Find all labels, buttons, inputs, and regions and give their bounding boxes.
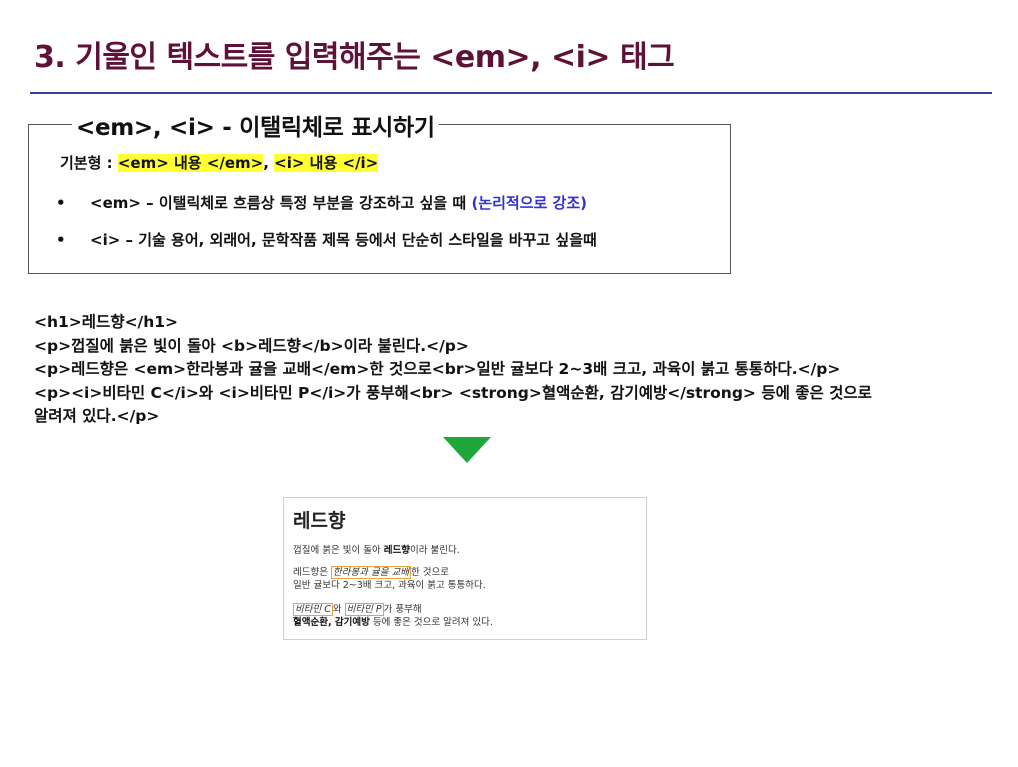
preview-strong: 혈액순환, 감기예방 [293, 617, 370, 628]
bullet-em-text: <em> – 이탤릭체로 흐름상 특정 부분을 강조하고 싶을 때 [90, 194, 472, 212]
preview-text: 가 풍부해 [383, 604, 422, 615]
preview-text: 레드향은 [293, 567, 331, 578]
bullet-marker: • [56, 194, 66, 212]
preview-heading: 레드향 [293, 510, 346, 532]
preview-paragraph-1: 껍질에 붉은 빛이 돌아 레드향이라 불린다. [293, 544, 460, 557]
basic-form-label: 기본형 : [60, 154, 118, 172]
basic-form-em: <em> 내용 </em> [117, 154, 264, 172]
bullet-i-text: <i> – 기술 용어, 외래어, 문학작품 제목 등에서 단순히 스타일을 바… [90, 231, 597, 249]
preview-text: 등에 좋은 것으로 알려져 있다. [369, 617, 493, 628]
code-line: <p>레드향은 <em>한라봉과 귤을 교배</em>한 것으로<br>일반 귤… [34, 360, 841, 378]
code-example: <h1>레드향</h1> <p>껍질에 붉은 빛이 돌아 <b>레드향</b>이… [34, 311, 872, 429]
preview-text: 일반 귤보다 2~3배 크고, 과육이 붉고 통통하다. [293, 580, 486, 591]
bullet-em: • <em> – 이탤릭체로 흐름상 특정 부분을 강조하고 싶을 때 (논리적으… [56, 192, 587, 213]
preview-paragraph-2: 레드향은 한라봉과 귤을 교배 한 것으로 일반 귤보다 2~3배 크고, 과육이… [293, 566, 486, 592]
code-line: <h1>레드향</h1> [34, 313, 179, 331]
preview-paragraph-3: 비타민 C와 비타민 P가 풍부해 혈액순환, 감기예방 등에 좋은 것으로 알… [293, 603, 493, 629]
preview-text: 한 것으로 [410, 567, 449, 578]
slide-title: 3. 기울인 텍스트를 입력해주는 <em>, <i> 태그 [34, 40, 675, 75]
title-underline [30, 92, 992, 94]
bullet-i: • <i> – 기술 용어, 외래어, 문학작품 제목 등에서 단순히 스타일을 … [56, 229, 597, 250]
preview-text: 껍질에 붉은 빛이 돌아 [293, 545, 384, 556]
code-line: <p>껍질에 붉은 빛이 돌아 <b>레드향</b>이라 불린다.</p> [34, 336, 469, 355]
basic-form: 기본형 : <em> 내용 </em>, <i> 내용 </i> [60, 152, 379, 173]
basic-form-separator: , [263, 154, 275, 172]
preview-italic: 비타민 P [344, 603, 384, 616]
preview-text: 와 [332, 604, 345, 615]
code-line: <p><i>비타민 C</i>와 <i>비타민 P</i>가 풍부해<br> <… [34, 383, 872, 402]
code-line: 알려져 있다.</p> [34, 407, 160, 425]
browser-preview: 레드향 껍질에 붉은 빛이 돌아 레드향이라 불린다. 레드향은 한라봉과 귤을… [283, 497, 647, 640]
basic-form-i: <i> 내용 </i> [274, 154, 379, 172]
preview-text: 이라 불린다. [409, 545, 460, 556]
bullet-em-note: (논리적으로 강조) [471, 194, 587, 212]
down-arrow-icon [443, 437, 491, 463]
bullet-marker: • [56, 231, 66, 249]
box-heading: <em>, <i> - 이탤릭체로 표시하기 [72, 108, 439, 142]
preview-italic: 비타민 C [293, 603, 333, 616]
preview-em: 한라봉과 귤을 교배 [330, 566, 411, 579]
preview-bold: 레드향 [383, 545, 410, 556]
